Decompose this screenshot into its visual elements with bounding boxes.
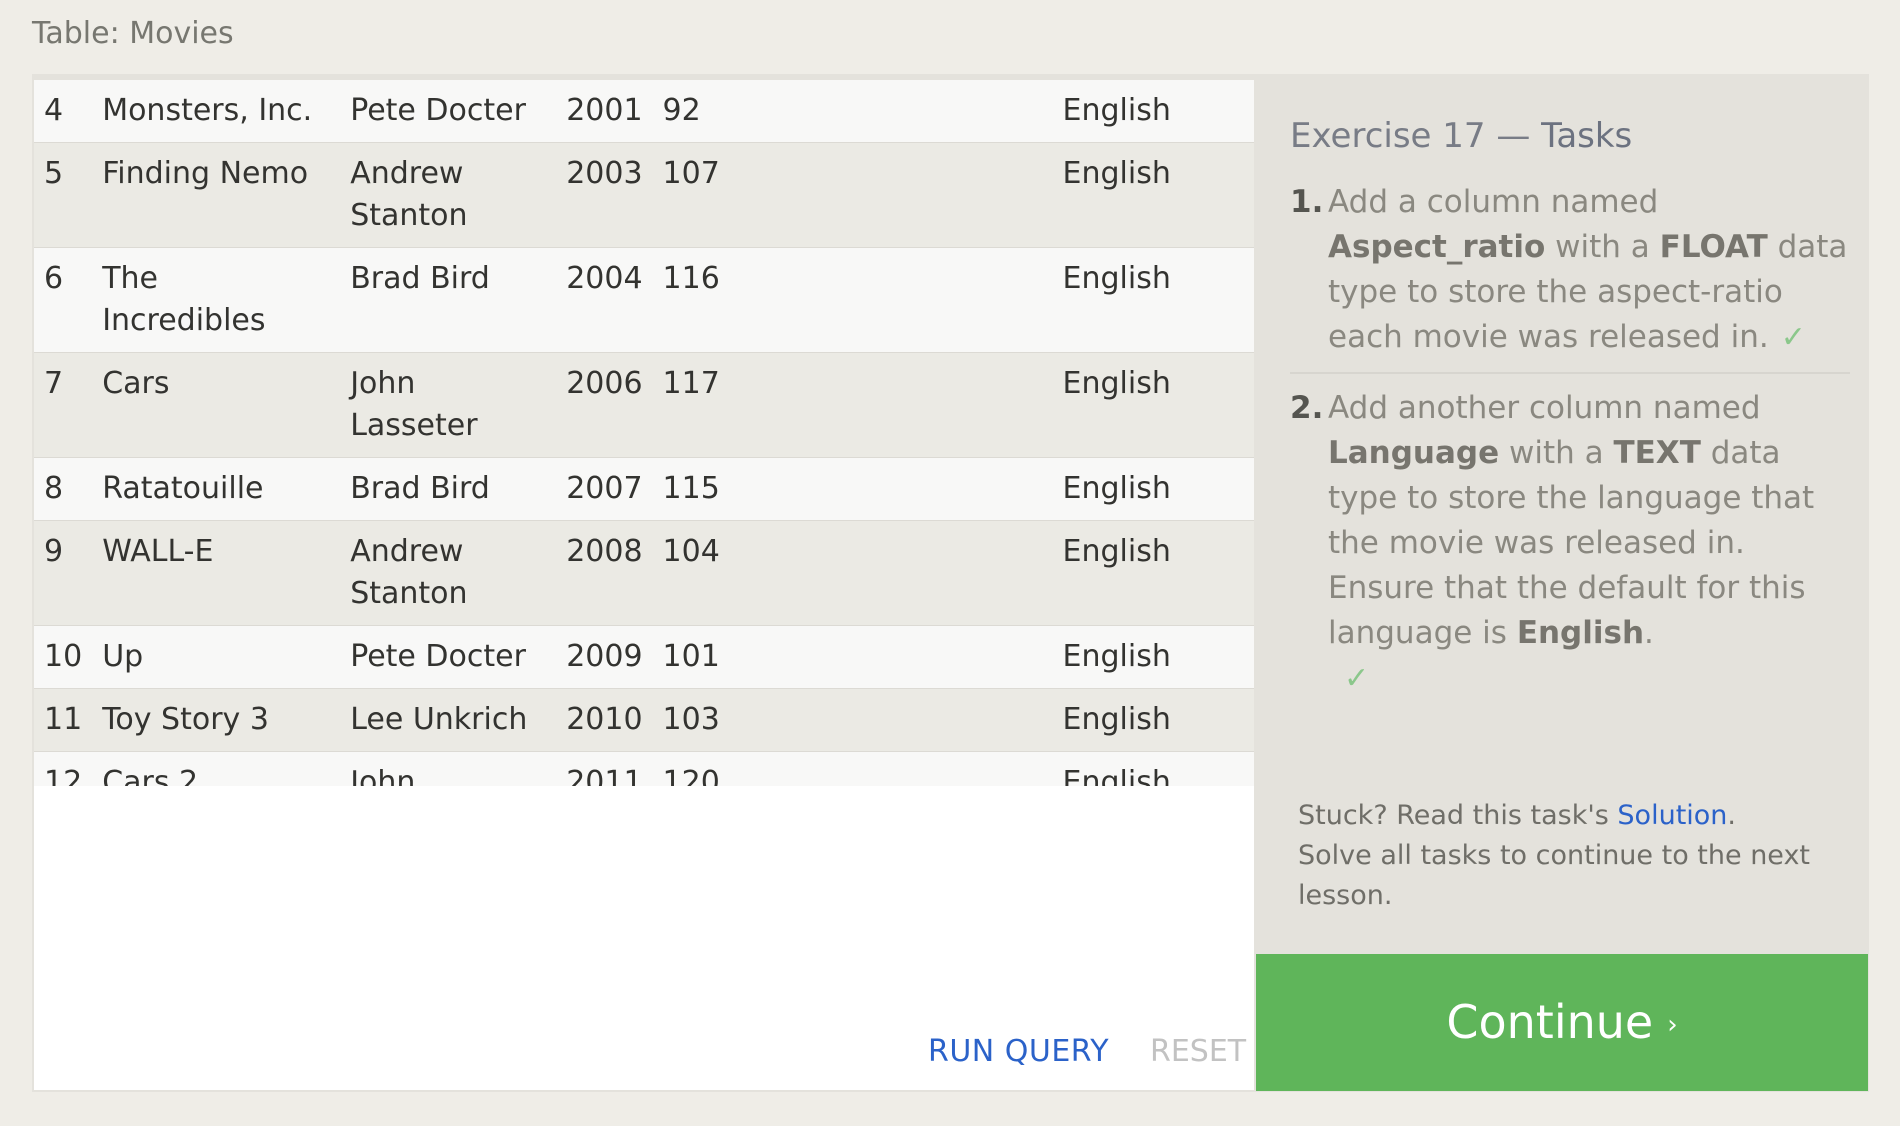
- cell-director: Brad Bird: [350, 471, 490, 506]
- task-number: 2.: [1290, 390, 1324, 426]
- task-item-1: 1. Add a column named Aspect_ratio with …: [1290, 180, 1850, 374]
- cell-id: 5: [44, 156, 64, 191]
- task-text: .: [1644, 615, 1654, 651]
- cell-director: John Lasseter: [350, 765, 416, 786]
- cell-language: English: [1062, 471, 1171, 506]
- cell-language: English: [1062, 639, 1171, 674]
- cell-id: 8: [44, 471, 64, 506]
- cell-length: 107: [662, 156, 720, 191]
- cell-language: English: [1062, 93, 1171, 128]
- cell-id: 10: [44, 639, 83, 674]
- table-row: 8 Ratatouille Brad Bird 2007 115 English: [34, 457, 1254, 521]
- cell-language: English: [1062, 261, 1171, 296]
- reset-button[interactable]: RESET: [1150, 1034, 1246, 1069]
- run-query-button[interactable]: RUN QUERY: [928, 1034, 1109, 1069]
- task-text: Add a column named: [1328, 184, 1659, 220]
- exercise-title-tasks: Tasks: [1541, 116, 1633, 156]
- cell-language: English: [1062, 156, 1171, 191]
- cell-language: English: [1062, 702, 1171, 737]
- table-row: 6 The Incredibles Brad Bird 2004 116 English: [34, 247, 1254, 353]
- solution-link[interactable]: Solution: [1617, 800, 1727, 831]
- cell-id: 11: [44, 702, 83, 737]
- results-table-viewport[interactable]: 4 Monsters, Inc. Pete Docter 2001 92 English 5…: [34, 80, 1254, 786]
- task-keyword: FLOAT: [1659, 229, 1768, 265]
- cell-title: Ratatouille: [102, 471, 264, 506]
- cell-director: Andrew Stanton: [350, 156, 468, 233]
- cell-title: Cars: [102, 366, 170, 401]
- cell-length: 101: [662, 639, 720, 674]
- task-keyword: English: [1516, 615, 1645, 651]
- results-pane: 4 Monsters, Inc. Pete Docter 2001 92 English 5…: [34, 80, 1254, 1090]
- stuck-prefix: Stuck? Read this task's: [1298, 800, 1618, 831]
- cell-length: 92: [662, 93, 701, 128]
- cell-year: 2004: [566, 261, 643, 296]
- table-row: 10 Up Pete Docter 2009 101 English: [34, 625, 1254, 689]
- continue-button[interactable]: Continue ›: [1256, 954, 1868, 1091]
- cell-language: English: [1062, 765, 1171, 786]
- cell-year: 2007: [566, 471, 643, 506]
- cell-id: 6: [44, 261, 64, 296]
- task-keyword: Language: [1328, 435, 1500, 471]
- movies-table: 4 Monsters, Inc. Pete Docter 2001 92 English 5…: [34, 80, 1254, 786]
- cell-length: 120: [662, 765, 720, 786]
- exercise-title: Exercise 17 — Tasks: [1290, 116, 1632, 156]
- cell-year: 2001: [566, 93, 643, 128]
- cell-year: 2009: [566, 639, 643, 674]
- cell-year: 2008: [566, 534, 643, 569]
- task-list: 1. Add a column named Aspect_ratio with …: [1290, 180, 1850, 701]
- task-text: Add another column named: [1328, 390, 1761, 426]
- cell-director: Lee Unkrich: [350, 702, 528, 737]
- checkmark-icon: ✓: [1344, 661, 1370, 696]
- cell-length: 103: [662, 702, 720, 737]
- cell-title: Finding Nemo: [102, 156, 309, 191]
- cell-length: 116: [662, 261, 720, 296]
- table-row: 9 WALL-E Andrew Stanton 2008 104 English: [34, 520, 1254, 626]
- help-text: Stuck? Read this task's Solution. Solve …: [1298, 796, 1838, 916]
- task-keyword: Aspect_ratio: [1328, 229, 1546, 265]
- chevron-right-icon: ›: [1667, 1010, 1678, 1040]
- tasks-pane: Exercise 17 — Tasks 1. Add a column name…: [1256, 80, 1868, 954]
- table-row: 5 Finding Nemo Andrew Stanton 2003 107 Englis…: [34, 142, 1254, 248]
- task-text: with a: [1545, 229, 1660, 265]
- cell-year: 2003: [566, 156, 643, 191]
- table-row: 12 Cars 2 John Lasseter 2011 120 English: [34, 751, 1254, 786]
- continue-label: Continue: [1446, 995, 1654, 1049]
- cell-id: 7: [44, 366, 64, 401]
- cell-director: Brad Bird: [350, 261, 490, 296]
- cell-year: 2010: [566, 702, 643, 737]
- task-keyword: TEXT: [1613, 435, 1701, 471]
- cell-id: 4: [44, 93, 64, 128]
- cell-title: Toy Story 3: [102, 702, 269, 737]
- table-row: 4 Monsters, Inc. Pete Docter 2001 92 English: [34, 80, 1254, 143]
- cell-language: English: [1062, 366, 1171, 401]
- cell-title: WALL-E: [102, 534, 214, 569]
- cell-director: Andrew Stanton: [350, 534, 468, 611]
- table-title: Table: Movies: [32, 16, 234, 51]
- cell-title: Monsters, Inc.: [102, 93, 313, 128]
- exercise-title-prefix: Exercise 17 —: [1290, 116, 1542, 156]
- stuck-suffix: .: [1727, 800, 1737, 831]
- cell-title: Up: [102, 639, 144, 674]
- task-number: 1.: [1290, 184, 1324, 220]
- cell-length: 117: [662, 366, 720, 401]
- table-row: 11 Toy Story 3 Lee Unkrich 2010 103 English: [34, 688, 1254, 752]
- task-text: with a: [1499, 435, 1614, 471]
- task-item-2: 2. Add another column named Language wit…: [1290, 386, 1850, 701]
- cell-year: 2006: [566, 366, 643, 401]
- solve-all-text: Solve all tasks to continue to the next …: [1298, 840, 1811, 911]
- cell-id: 9: [44, 534, 64, 569]
- cell-length: 104: [662, 534, 720, 569]
- checkmark-icon: ✓: [1780, 320, 1806, 355]
- cell-title: The Incredibles: [102, 261, 266, 338]
- cell-id: 12: [44, 765, 83, 786]
- cell-director: Pete Docter: [350, 639, 526, 674]
- cell-director: Pete Docter: [350, 93, 526, 128]
- cell-language: English: [1062, 534, 1171, 569]
- cell-title: Cars 2: [102, 765, 199, 786]
- cell-year: 2011: [566, 765, 643, 786]
- cell-length: 115: [662, 471, 720, 506]
- table-row: 7 Cars John Lasseter 2006 117 English: [34, 352, 1254, 458]
- cell-director: John Lasseter: [350, 366, 478, 443]
